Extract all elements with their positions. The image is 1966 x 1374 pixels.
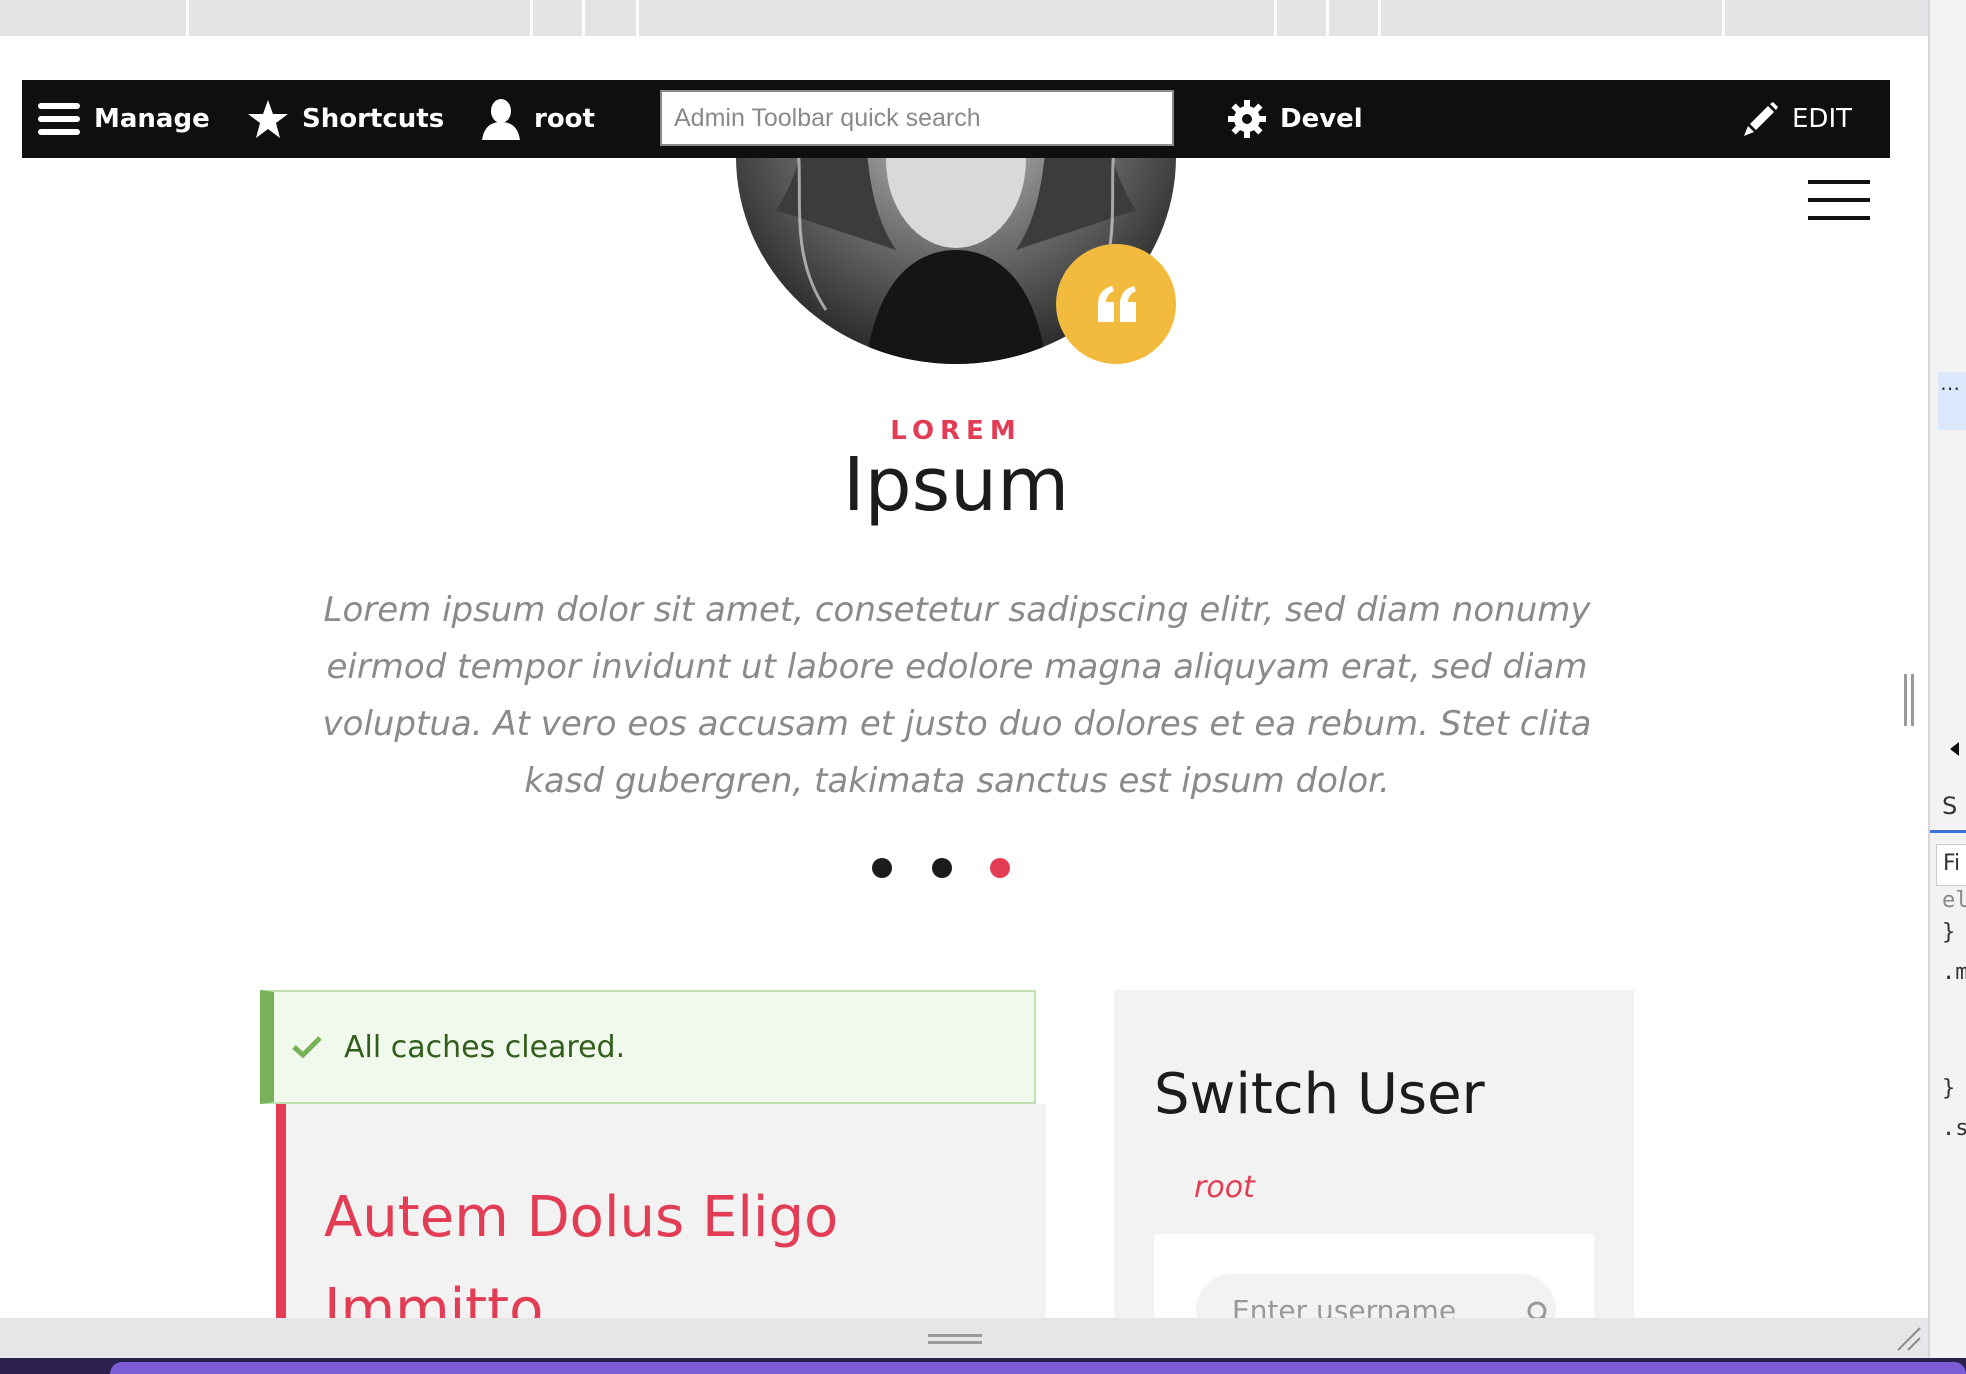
user-icon: [482, 99, 520, 140]
ruler-tick: [636, 0, 639, 36]
article-card: Autem Dolus Eligo Immitto: [276, 1104, 1046, 1318]
devtools-tab-label: S: [1942, 792, 1958, 820]
devtools-filter[interactable]: Fi: [1936, 844, 1966, 886]
ruler-bar: [0, 0, 1928, 36]
toolbar-user[interactable]: root: [482, 80, 595, 158]
ruler-tick: [1722, 0, 1725, 36]
devtools-code-line: }: [1942, 1076, 1956, 1101]
ruler-tick: [530, 0, 533, 36]
toolbar-search-input[interactable]: [660, 90, 1174, 146]
article-title[interactable]: Autem Dolus Eligo Immitto: [324, 1172, 1024, 1318]
quote-badge: [1056, 244, 1176, 364]
ruler-tick: [1378, 0, 1381, 36]
carousel-dot[interactable]: [932, 858, 952, 878]
status-message: All caches cleared.: [260, 990, 1036, 1104]
resize-handle-horizontal[interactable]: [928, 1334, 982, 1344]
switch-user-title: Switch User: [1154, 1062, 1485, 1127]
toolbar-manage[interactable]: Manage: [38, 80, 210, 158]
devtools-code-line: .s: [1942, 1116, 1966, 1141]
toolbar-manage-label: Manage: [94, 104, 210, 134]
username-input[interactable]: [1196, 1274, 1556, 1318]
search-icon: [1527, 1301, 1547, 1318]
hamburger-menu-icon[interactable]: [1808, 180, 1870, 220]
testimonial-quote: Lorem ipsum dolor sit amet, consetetur s…: [322, 590, 1592, 801]
resize-corner-icon[interactable]: [1896, 1326, 1922, 1352]
devtools-filter-label: Fi: [1943, 851, 1961, 876]
ruler-tick: [186, 0, 189, 36]
check-icon: [292, 1036, 322, 1059]
ruler-tick: [1326, 0, 1329, 36]
quote-icon: [1098, 286, 1136, 322]
carousel-dot-active[interactable]: [990, 858, 1010, 878]
os-window-edge: [110, 1362, 1966, 1374]
hamburger-menu-icon: [38, 103, 80, 135]
collapse-arrow-icon[interactable]: [1950, 742, 1959, 756]
toolbar-devel-label: Devel: [1280, 104, 1363, 134]
gear-icon: [1228, 100, 1266, 138]
testimonial-headline: Ipsum: [842, 442, 1070, 528]
star-icon: [248, 100, 288, 138]
switch-user-form: [1154, 1234, 1594, 1318]
ruler-tick: [1274, 0, 1277, 36]
switch-user-block: Switch User root: [1114, 990, 1634, 1318]
resize-grip-vertical[interactable]: [1904, 674, 1914, 726]
more-icon[interactable]: ⋯: [1940, 376, 1960, 400]
devtools-tab[interactable]: S: [1930, 776, 1966, 833]
devtools-panel: ⋯ S Fi el } .m } .s: [1928, 0, 1966, 1374]
page-viewport: Manage Shortcuts root Admin Toolbar quic…: [22, 80, 1890, 1318]
ruler-tick: [582, 0, 585, 36]
toolbar-user-label: root: [534, 104, 595, 134]
toolbar-shortcuts[interactable]: Shortcuts: [248, 80, 444, 158]
devtools-code-line: .m: [1942, 960, 1966, 985]
toolbar-shortcuts-label: Shortcuts: [302, 104, 445, 134]
toolbar-devel[interactable]: Devel: [1228, 80, 1363, 158]
pencil-icon: [1744, 102, 1778, 136]
carousel-dot[interactable]: [872, 858, 892, 878]
status-message-text: All caches cleared.: [344, 1029, 626, 1065]
devtools-code-line: }: [1942, 920, 1956, 945]
switch-user-current[interactable]: root: [1194, 1170, 1255, 1205]
toolbar-edit[interactable]: EDIT: [1744, 80, 1852, 158]
toolbar-edit-label: EDIT: [1792, 104, 1852, 134]
devtools-code-line: el: [1942, 888, 1966, 913]
admin-toolbar: Manage Shortcuts root Admin Toolbar quic…: [22, 80, 1890, 158]
